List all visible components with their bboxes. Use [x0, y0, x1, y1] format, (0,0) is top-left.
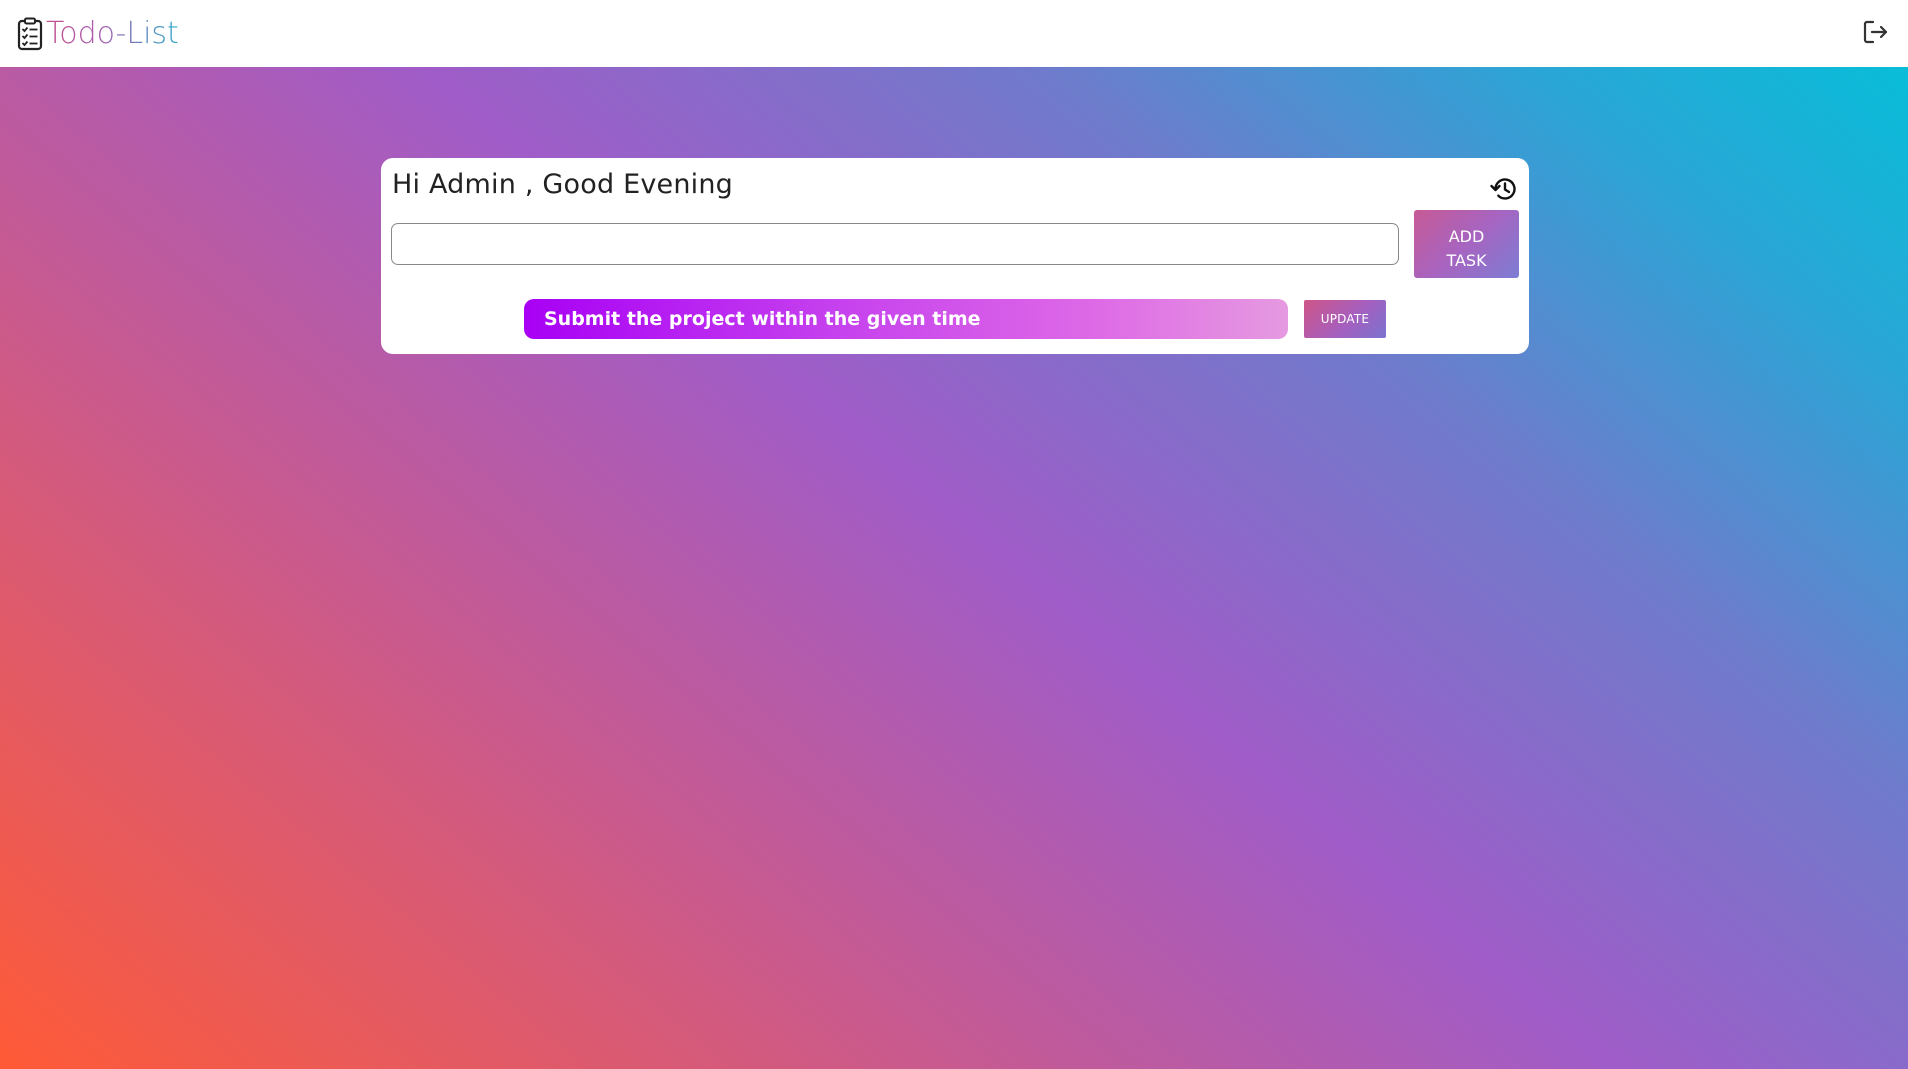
add-task-button[interactable]: ADD TASK — [1414, 210, 1519, 278]
brand[interactable]: Todo-List — [17, 0, 179, 67]
task-text: Submit the project within the given time — [544, 308, 981, 330]
gradient-background: Hi Admin , Good Evening ADD TASK Submit … — [0, 67, 1908, 1069]
task-input[interactable] — [391, 223, 1399, 265]
history-icon[interactable] — [1489, 174, 1519, 204]
logout-icon[interactable] — [1862, 18, 1890, 46]
navbar: Todo-List — [0, 0, 1908, 67]
clipboard-checklist-icon — [17, 17, 43, 51]
update-task-button[interactable]: UPDATE — [1304, 300, 1386, 338]
greeting-heading: Hi Admin , Good Evening — [392, 169, 733, 200]
task-item[interactable]: Submit the project within the given time — [524, 299, 1288, 339]
todo-card: Hi Admin , Good Evening ADD TASK Submit … — [381, 158, 1529, 354]
app-title: Todo-List — [46, 16, 179, 51]
